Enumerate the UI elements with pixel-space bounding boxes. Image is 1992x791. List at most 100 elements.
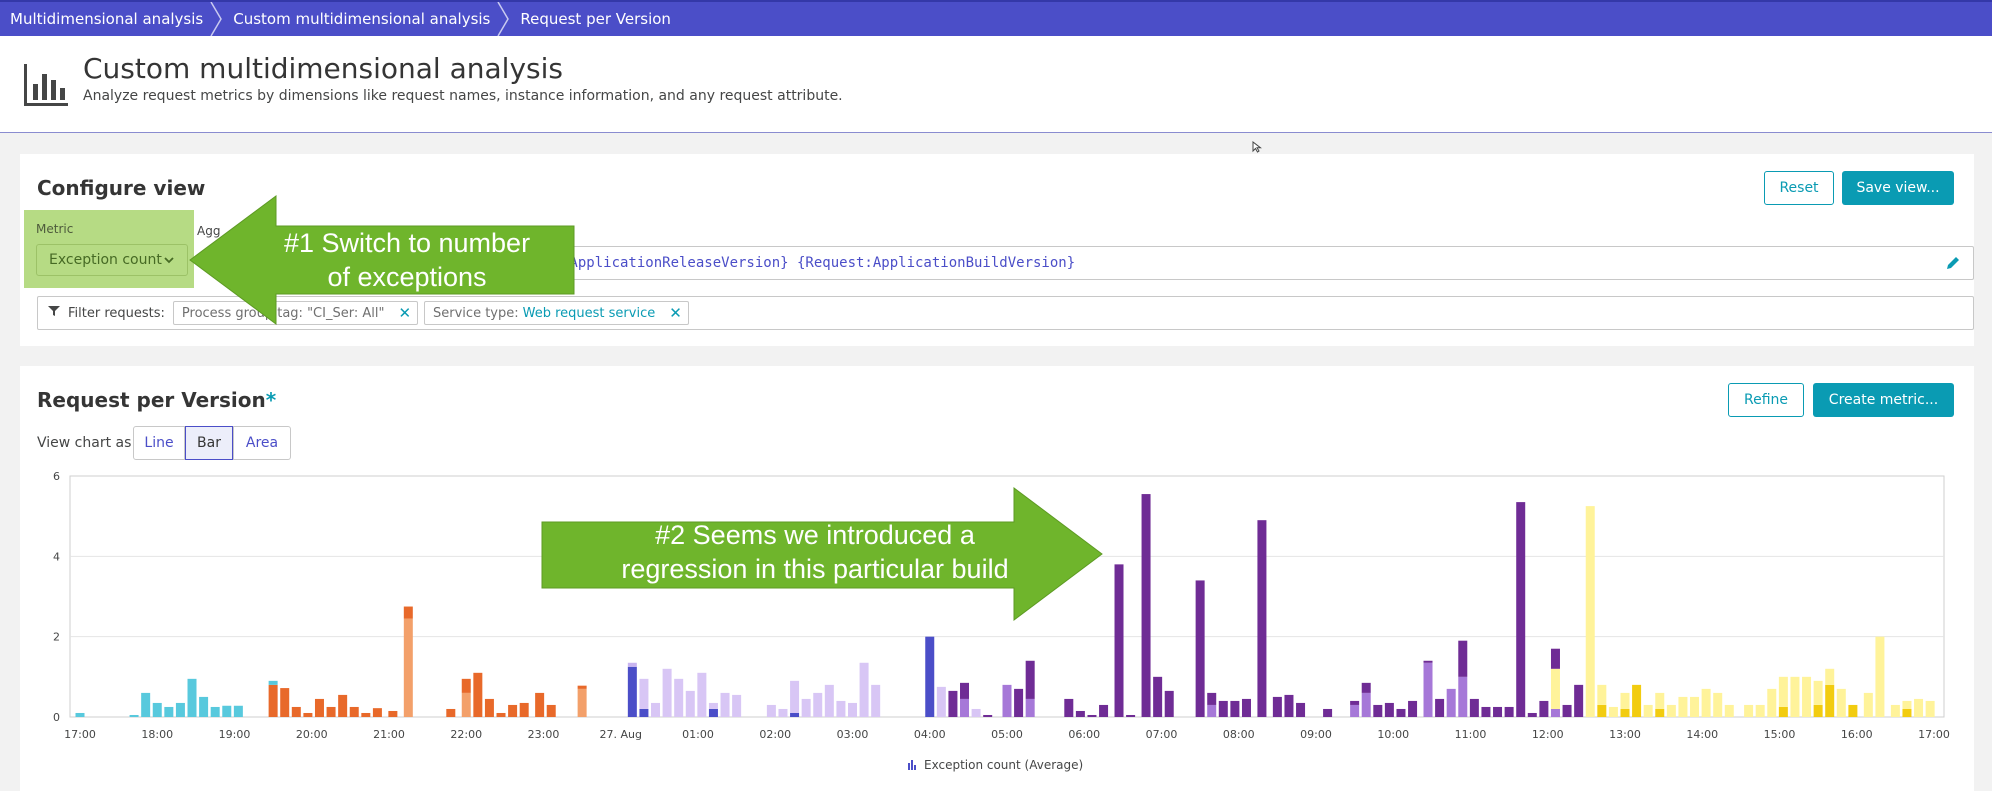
breadcrumb: Multidimensional analysis Custom multidi… [0, 0, 1992, 36]
x-tick-label: 20:00 [296, 728, 328, 741]
bar [577, 688, 587, 717]
bar [1597, 704, 1607, 717]
bar [1272, 696, 1282, 717]
bar [1902, 708, 1912, 717]
bar [685, 690, 695, 717]
bar [268, 680, 278, 685]
bar [824, 684, 834, 717]
bar [496, 712, 506, 717]
bar [210, 706, 220, 717]
breadcrumb-item-multidimensional-analysis[interactable]: Multidimensional analysis [0, 2, 213, 36]
x-tick-label: 23:00 [528, 728, 560, 741]
bar [627, 662, 637, 667]
bar [361, 712, 371, 717]
bar [1608, 706, 1618, 717]
bar [403, 618, 413, 717]
bar [1863, 692, 1873, 717]
x-tick-label: 10:00 [1377, 728, 1409, 741]
x-tick-label: 17:00 [1918, 728, 1950, 741]
bar [651, 702, 661, 717]
page-title: Custom multidimensional analysis [83, 52, 563, 85]
bar [1813, 680, 1823, 705]
bar [836, 700, 846, 717]
x-tick-label: 17:00 [64, 728, 96, 741]
bar [1925, 700, 1935, 717]
bar [1384, 702, 1394, 717]
bar [1744, 704, 1754, 717]
bar [484, 698, 494, 717]
bar [1678, 696, 1688, 717]
bar [1890, 704, 1900, 717]
x-tick-label: 13:00 [1609, 728, 1641, 741]
bar [1361, 692, 1371, 717]
y-tick-label: 2 [53, 631, 60, 644]
bar [1655, 692, 1665, 709]
bar [1597, 684, 1607, 705]
y-tick-label: 4 [53, 550, 60, 563]
bar [674, 678, 684, 717]
bar [1790, 676, 1800, 717]
bar [1767, 688, 1777, 717]
bar [75, 712, 85, 717]
bar [1527, 712, 1537, 717]
bar [790, 680, 800, 713]
bar [1002, 684, 1012, 717]
filter-requests-label: Filter requests: [68, 305, 165, 321]
bar [1778, 706, 1788, 717]
bar [1469, 698, 1479, 717]
annotation-text-1: #1 Switch to number of exceptions [283, 228, 531, 292]
bar [925, 636, 935, 717]
bar [871, 684, 881, 717]
bar [1435, 698, 1445, 717]
reset-button[interactable]: Reset [1764, 171, 1834, 205]
breadcrumb-item-request-per-version[interactable]: Request per Version [510, 2, 681, 36]
page-subtitle: Analyze request metrics by dimensions li… [83, 88, 843, 104]
bar [1164, 690, 1174, 717]
bar [1284, 694, 1294, 717]
bar [801, 698, 811, 717]
close-icon[interactable]: ✕ [669, 304, 682, 322]
bar [697, 672, 707, 717]
x-tick-label: 12:00 [1532, 728, 1564, 741]
bar [983, 714, 993, 717]
bar [848, 702, 857, 717]
y-tick-label: 0 [53, 711, 60, 724]
bar [1813, 704, 1823, 717]
bar [1064, 698, 1074, 717]
breadcrumb-chevron-icon [497, 2, 510, 36]
page-header: Custom multidimensional analysis Analyze… [0, 36, 1992, 133]
metric-select[interactable]: Exception count [36, 244, 188, 276]
bar [1481, 706, 1491, 717]
bar [372, 708, 382, 717]
configure-view-title: Configure view [37, 176, 206, 200]
bar [1504, 706, 1514, 717]
bar [1458, 676, 1468, 717]
bar [303, 712, 313, 717]
bar [1690, 696, 1700, 717]
breadcrumb-item-custom-multidimensional-analysis[interactable]: Custom multidimensional analysis [223, 2, 500, 36]
bar [141, 692, 151, 717]
bar [1408, 700, 1418, 717]
save-view-button[interactable]: Save view... [1842, 171, 1954, 205]
bar [639, 678, 649, 709]
bar [314, 698, 324, 717]
bar-chart-icon [24, 64, 68, 110]
x-tick-label: 09:00 [1300, 728, 1332, 741]
bar [662, 668, 672, 717]
bar [326, 706, 336, 717]
bar [1701, 688, 1711, 717]
bar [1643, 704, 1653, 717]
x-tick-label: 07:00 [1146, 728, 1178, 741]
bar [1087, 714, 1097, 717]
bar [1218, 700, 1228, 717]
bar [1126, 714, 1136, 717]
bar [1778, 676, 1788, 707]
split-by-field[interactable]: :ApplicationReleaseVersion} {Request:App… [550, 246, 1974, 280]
bar [1713, 692, 1723, 717]
bar [960, 698, 970, 717]
bar [461, 692, 471, 717]
bar [1025, 660, 1035, 699]
bar [1296, 702, 1306, 717]
bar [1099, 704, 1109, 717]
pencil-icon[interactable] [1945, 255, 1961, 275]
